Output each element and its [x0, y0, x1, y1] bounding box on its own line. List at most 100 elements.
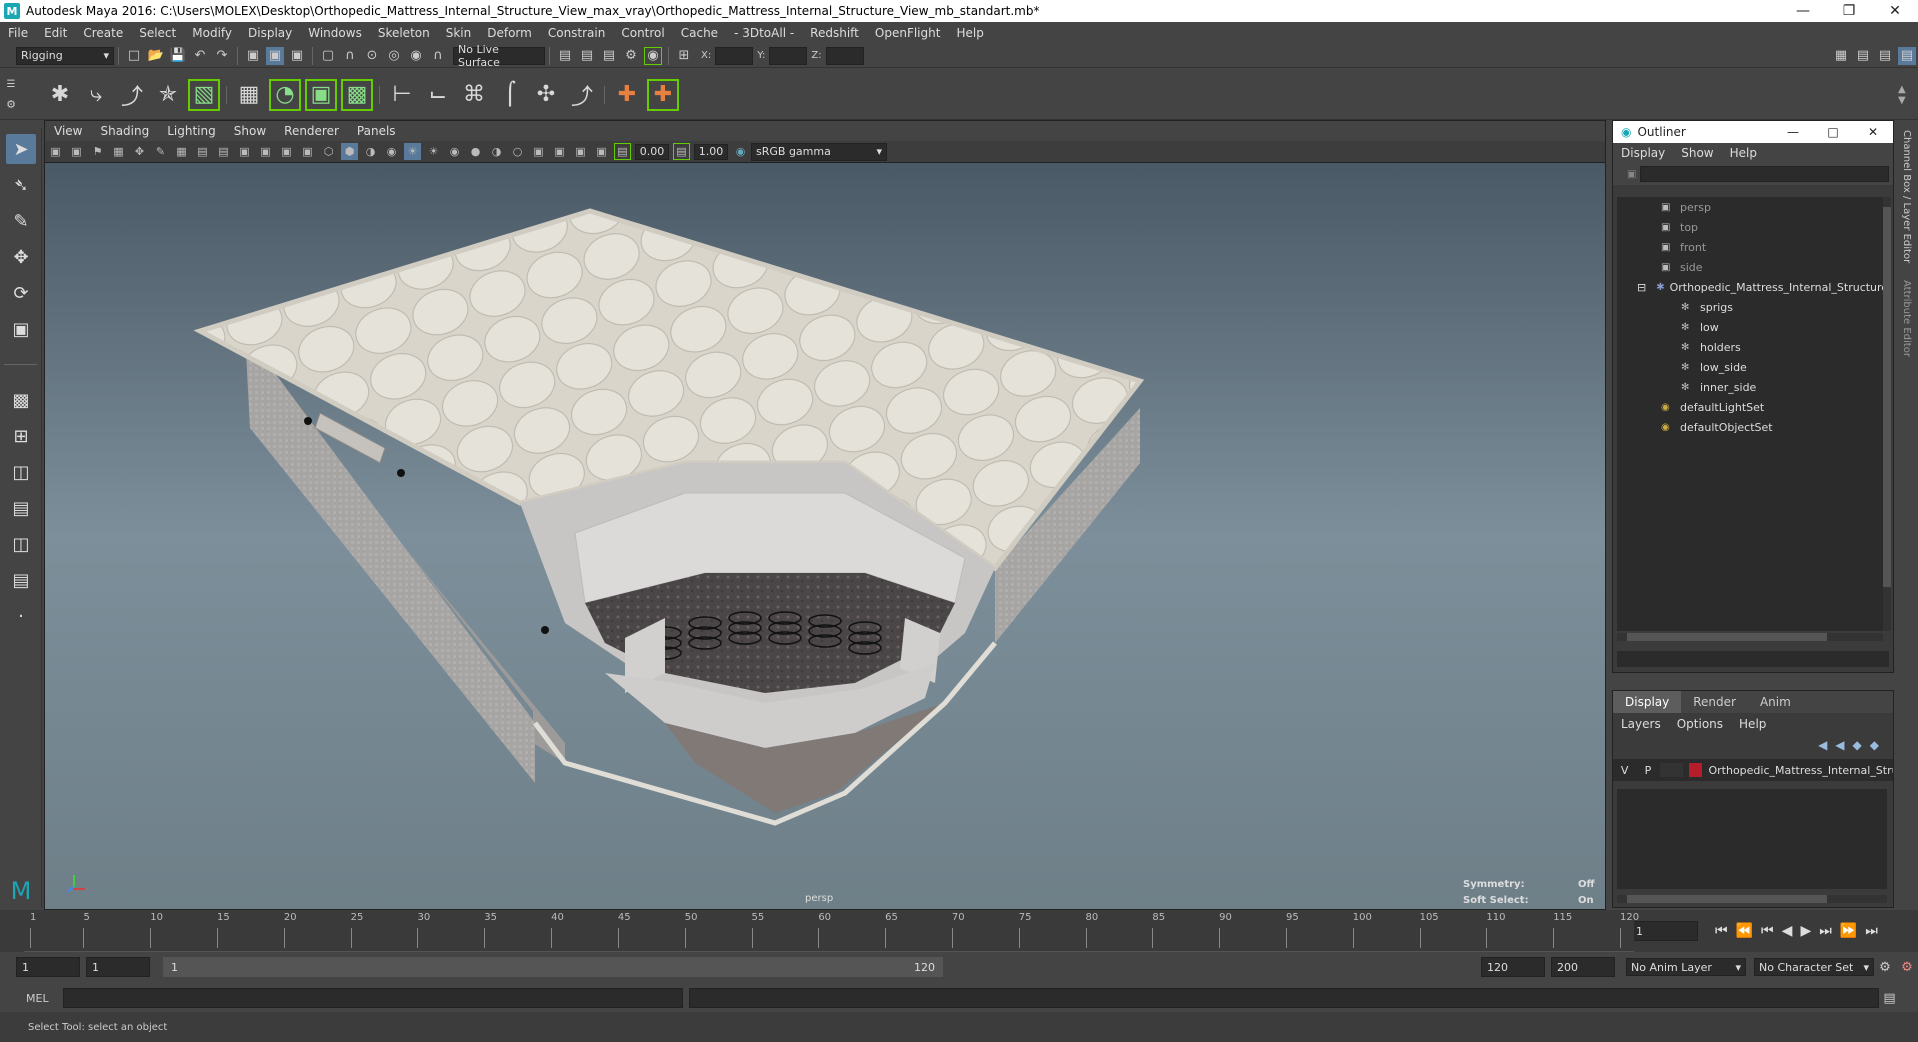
layout-more-icon[interactable]: ·	[6, 601, 36, 631]
3d-scene[interactable]: persp Symmetry: Off Soft Select: On	[45, 163, 1605, 909]
mode-dropdown[interactable]: Rigging ▾	[16, 46, 114, 65]
ipr-render-icon[interactable]: ▤	[600, 47, 618, 65]
depth-of-field-icon[interactable]: ○	[509, 143, 526, 160]
tree-item-inner-side[interactable]: ✻ inner_side	[1617, 377, 1883, 397]
outliner-menu-help[interactable]: Help	[1722, 146, 1765, 160]
vp-menu-renderer[interactable]: Renderer	[275, 124, 348, 138]
gamma-field[interactable]: 1.00	[694, 143, 728, 160]
play-forward-icon[interactable]: ▶	[1800, 923, 1811, 939]
vp-menu-lighting[interactable]: Lighting	[158, 124, 225, 138]
layer-menu-help[interactable]: Help	[1731, 717, 1774, 731]
mel-label[interactable]: MEL	[26, 992, 49, 1005]
outliner-menu-show[interactable]: Show	[1673, 146, 1721, 160]
layer-menu-options[interactable]: Options	[1669, 717, 1731, 731]
ik-handle-icon[interactable]: ⤷	[80, 79, 112, 111]
select-component-icon[interactable]: ▣	[288, 47, 306, 65]
tree-item-default-light-set[interactable]: ◉ defaultLightSet	[1617, 397, 1883, 417]
exposure-icon[interactable]: ▤	[614, 143, 631, 160]
color-management-icon[interactable]: ◉	[732, 143, 749, 160]
playback-end-field[interactable]: 120	[1481, 957, 1545, 977]
end-time-field[interactable]: 200	[1551, 957, 1615, 977]
select-hierarchy-icon[interactable]: ▣	[244, 47, 262, 65]
use-all-lights-icon[interactable]: ☀	[404, 143, 421, 160]
render-frame-icon[interactable]: ▤	[556, 47, 574, 65]
new-layer-selected-icon[interactable]: ◆	[1870, 738, 1879, 752]
character-set-dropdown[interactable]: No Character Set ▾	[1754, 958, 1874, 976]
shelf-menu[interactable]: ☰ ⚙	[0, 75, 22, 115]
menu-control[interactable]: Control	[613, 26, 672, 40]
vp-menu-show[interactable]: Show	[225, 124, 275, 138]
camera-select-icon[interactable]: ▣	[47, 143, 64, 160]
move-tool-icon[interactable]: ✥	[6, 242, 36, 272]
tab-display[interactable]: Display	[1613, 691, 1682, 713]
menu-windows[interactable]: Windows	[300, 26, 370, 40]
rotate-tool-icon[interactable]: ⟳	[6, 278, 36, 308]
outliner-menu-display[interactable]: Display	[1613, 146, 1673, 160]
layer-color-swatch[interactable]	[1688, 763, 1703, 777]
tree-item-top[interactable]: ▣ top	[1617, 217, 1883, 237]
persp-graph-icon[interactable]: ▤	[6, 493, 36, 523]
textured-icon[interactable]: ◉	[383, 143, 400, 160]
move-layer-down-icon[interactable]: ◀	[1835, 738, 1844, 752]
shelf-tabs-icon[interactable]: ☰	[7, 79, 16, 90]
bind-skin-icon[interactable]: ▧	[188, 78, 220, 111]
close-button[interactable]: ✕	[1872, 0, 1918, 22]
point-constraint-icon[interactable]: ⊢	[386, 79, 418, 111]
lattice-icon[interactable]: ▣	[305, 78, 337, 111]
playback-start-field[interactable]: 1	[86, 957, 150, 977]
wireframe-icon[interactable]: ⬡	[320, 143, 337, 160]
aim-constraint-icon[interactable]: ⌙	[422, 79, 454, 111]
menu-openflight[interactable]: OpenFlight	[867, 26, 949, 40]
nonlinear-bend-icon[interactable]: ◔	[269, 78, 301, 111]
redo-icon[interactable]: ↷	[213, 47, 231, 65]
grease-pencil-icon[interactable]: ✎	[152, 143, 169, 160]
tab-anim[interactable]: Anim	[1748, 691, 1803, 713]
x-field[interactable]	[715, 46, 754, 65]
screen-space-ao-icon[interactable]: ◉	[446, 143, 463, 160]
channel-box-tab[interactable]: Channel Box / Layer Editor	[1901, 130, 1912, 270]
undo-icon[interactable]: ↶	[191, 47, 209, 65]
menu-skeleton[interactable]: Skeleton	[370, 26, 438, 40]
tree-item-default-object-set[interactable]: ◉ defaultObjectSet	[1617, 417, 1883, 437]
vp-menu-panels[interactable]: Panels	[348, 124, 405, 138]
shelf-scroll[interactable]: ▲ ▼	[1898, 84, 1916, 106]
channel-box-icon[interactable]: ▤	[1898, 46, 1916, 65]
outliner-vscroll[interactable]	[1883, 197, 1891, 631]
modeling-toolkit-icon[interactable]: ▦	[1832, 47, 1850, 65]
insert-joint-icon[interactable]: ✯	[152, 79, 184, 111]
wrap-deformer-icon[interactable]: ▩	[341, 78, 373, 111]
live-surface-field[interactable]: No Live Surface	[453, 43, 545, 69]
resolution-gate-icon[interactable]: ▤	[215, 143, 232, 160]
safe-action-icon[interactable]: ▣	[278, 143, 295, 160]
outliner-hscroll[interactable]	[1617, 633, 1883, 641]
parent-constraint-icon[interactable]: ✣	[530, 79, 562, 111]
menu-edit[interactable]: Edit	[36, 26, 75, 40]
xray-active-icon[interactable]: ▣	[593, 143, 610, 160]
new-layer-icon[interactable]: ◆	[1853, 738, 1862, 752]
tree-item-persp[interactable]: ▣ persp	[1617, 197, 1883, 217]
2d-pan-icon[interactable]: ✥	[131, 143, 148, 160]
restore-button[interactable]: ❐	[1826, 0, 1872, 22]
snap-curve-icon[interactable]: ∩	[341, 47, 359, 65]
hypershade-icon[interactable]: ◉	[644, 46, 662, 65]
layer-playback-toggle[interactable]: P	[1636, 764, 1659, 777]
persp-outliner-icon[interactable]: ◫	[6, 529, 36, 559]
image-plane-icon[interactable]: ▦	[110, 143, 127, 160]
single-view-icon[interactable]: ▩	[6, 385, 36, 415]
tree-item-low[interactable]: ✻ low	[1617, 317, 1883, 337]
vp-menu-view[interactable]: View	[45, 124, 91, 138]
anim-prefs-icon[interactable]: ⚙	[1898, 958, 1916, 976]
cluster-icon[interactable]: ▦	[233, 79, 265, 111]
field-chart-icon[interactable]: ▣	[257, 143, 274, 160]
close-button[interactable]: ✕	[1853, 125, 1893, 139]
joint-tool-icon[interactable]: ✱	[44, 79, 76, 111]
menu-display[interactable]: Display	[240, 26, 300, 40]
safe-title-icon[interactable]: ▣	[299, 143, 316, 160]
move-layer-up-icon[interactable]: ◀	[1818, 738, 1827, 752]
time-slider[interactable]: 1 5 10 15 20 25 30 35 40 45 50 55 60 65 70 75 80 85 90 95 10…	[0, 910, 1918, 952]
camera-attr-icon[interactable]: ▣	[68, 143, 85, 160]
multisample-icon[interactable]: ◑	[488, 143, 505, 160]
bookmark-icon[interactable]: ⚑	[89, 143, 106, 160]
range-slider[interactable]: 1 120	[163, 957, 943, 977]
lasso-tool-icon[interactable]: ➴	[6, 170, 36, 200]
